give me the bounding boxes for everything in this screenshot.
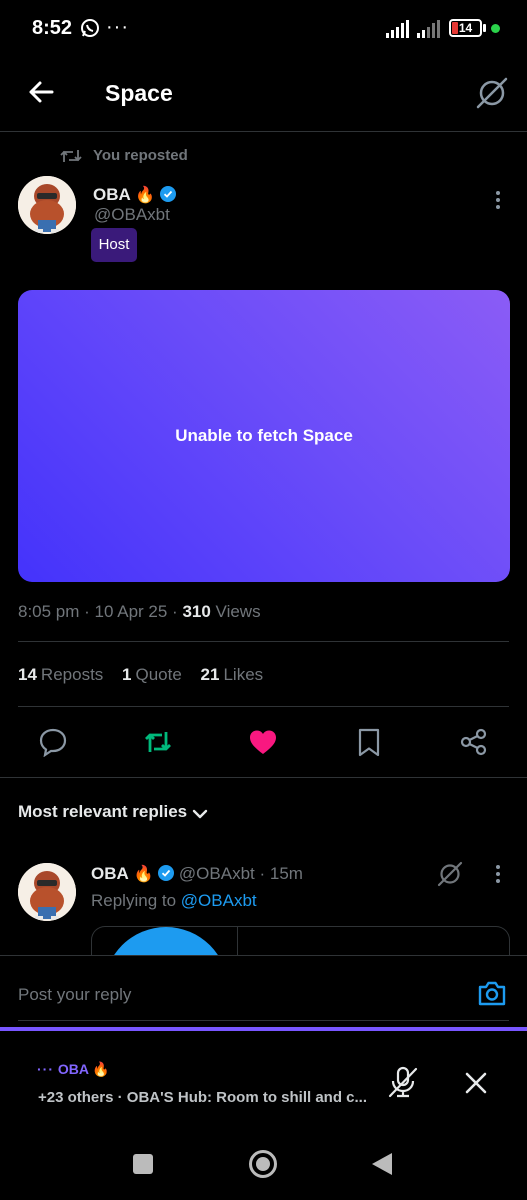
author-name[interactable]: OBA (93, 185, 131, 204)
action-bar (0, 722, 527, 762)
close-icon[interactable] (462, 1069, 490, 1097)
reply-input[interactable]: Post your reply (18, 985, 131, 1005)
battery-level: 14 (458, 21, 473, 35)
author-handle[interactable]: @OBAxbt (94, 205, 170, 225)
engagement-stats: 14 Reposts 1 Quote 21 Likes (18, 665, 277, 685)
privacy-dot (491, 24, 500, 33)
back-arrow-icon[interactable] (27, 78, 55, 106)
reply-icon[interactable] (38, 727, 68, 757)
orangutan-avatar-icon (18, 176, 76, 234)
post-date: 10 Apr 25 (94, 602, 168, 621)
repost-icon (60, 150, 82, 162)
signal-icon (386, 20, 409, 38)
no-connection-icon[interactable] (436, 860, 464, 888)
dock-host-name: OBA 🔥 (57, 1061, 110, 1077)
reply-author-line: OBA 🔥 @OBAxbt · 15m (91, 864, 303, 883)
mic-off-icon[interactable] (386, 1065, 420, 1099)
status-more-icon: ··· (106, 16, 129, 38)
page-title: Space (105, 80, 173, 106)
avatar[interactable] (18, 176, 76, 234)
divider (18, 706, 509, 707)
repost-icon[interactable] (143, 727, 173, 757)
likes-stat[interactable]: 21 Likes (201, 665, 264, 684)
reply-age: 15m (269, 864, 303, 883)
back-nav-icon[interactable] (370, 1152, 394, 1176)
reply-author-name[interactable]: OBA (91, 864, 129, 883)
signal-icon-2 (417, 20, 440, 38)
divider (0, 777, 527, 778)
no-connection-icon[interactable] (474, 75, 510, 111)
orangutan-avatar-icon (18, 863, 76, 921)
share-icon[interactable] (459, 727, 489, 757)
system-nav-bar (0, 1130, 527, 1200)
reply-composer: Post your reply (0, 955, 527, 1029)
reply-avatar[interactable] (18, 863, 76, 921)
fire-emoji: 🔥 (133, 866, 154, 883)
host-badge: Host (91, 228, 137, 262)
verified-icon (158, 865, 175, 881)
battery-icon: 14 (449, 19, 482, 37)
replying-to-handle[interactable]: @OBAxbt (181, 891, 257, 910)
top-bar: Space (0, 58, 527, 132)
bookmark-icon[interactable] (354, 727, 384, 757)
reply-sort-label[interactable]: Most relevant replies (18, 802, 187, 822)
reposts-stat[interactable]: 14 Reposts (18, 665, 103, 684)
divider (18, 641, 509, 642)
status-time: 8:52 (32, 17, 73, 39)
repost-label: You reposted (93, 147, 188, 164)
recents-icon[interactable] (132, 1153, 154, 1175)
dock-space-title[interactable]: +23 others · OBA'S Hub: Room to shill an… (38, 1089, 374, 1106)
views-label: Views (215, 602, 261, 621)
more-icon[interactable] (486, 862, 510, 886)
chevron-down-icon[interactable] (190, 804, 210, 824)
views-count: 310 (182, 602, 211, 621)
whatsapp-icon (81, 19, 99, 37)
author-line: OBA 🔥 (93, 185, 176, 205)
space-card-message: Unable to fetch Space (175, 426, 353, 445)
replying-to: Replying to @OBAxbt (91, 891, 257, 910)
post-time: 8:05 pm (18, 602, 80, 621)
quotes-stat[interactable]: 1 Quote (122, 665, 182, 684)
fire-emoji: 🔥 (135, 187, 156, 204)
space-dock[interactable]: ··· OBA 🔥 +23 others · OBA'S Hub: Room t… (0, 1027, 527, 1130)
status-bar: 8:52 ··· 14 (0, 0, 527, 58)
space-card[interactable]: Unable to fetch Space (18, 290, 510, 582)
post-meta: 8:05 pm · 10 Apr 25 · 310 Views (18, 602, 261, 621)
camera-icon[interactable] (477, 978, 507, 1008)
more-icon[interactable] (486, 188, 510, 212)
like-icon[interactable] (248, 727, 278, 757)
verified-icon (159, 186, 176, 202)
home-icon[interactable] (248, 1149, 278, 1179)
reply-author-handle[interactable]: @OBAxbt (179, 864, 255, 883)
